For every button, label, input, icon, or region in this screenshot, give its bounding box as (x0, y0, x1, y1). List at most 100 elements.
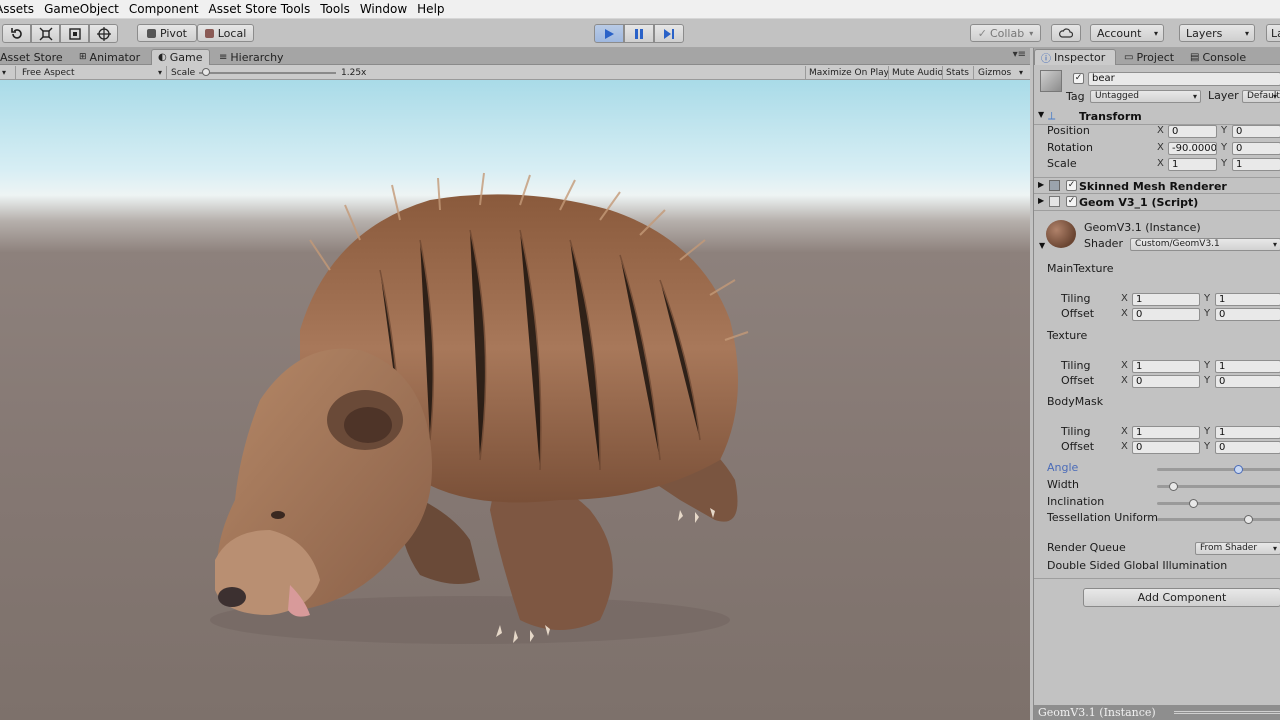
layers-dropdown[interactable]: Layers ▾ (1179, 24, 1255, 42)
tab-inspector[interactable]: ⓘ Inspector (1034, 49, 1116, 65)
scale-control: Scale 1.25x (166, 66, 366, 79)
panel-menu-icon[interactable]: ▾≡ (1013, 49, 1026, 60)
maximize-on-play-toggle[interactable]: Maximize On Play (805, 66, 889, 79)
menu-assets[interactable]: Assets (0, 2, 39, 16)
rotation-y-field[interactable]: 0 (1232, 142, 1280, 155)
tab-project[interactable]: ▭ Project (1118, 49, 1180, 65)
render-queue-dropdown[interactable]: From Shader (1195, 542, 1280, 555)
offset-x-field[interactable]: 0 (1132, 375, 1200, 388)
display-selector[interactable]: ▾ (2, 66, 14, 79)
scale-y-field[interactable]: 1 (1232, 158, 1280, 171)
skinned-mesh-enabled-checkbox[interactable]: ✓ (1066, 180, 1077, 191)
scale-slider-knob[interactable] (201, 68, 210, 76)
scale-tool-button[interactable] (31, 24, 60, 43)
menu-tools[interactable]: Tools (315, 2, 355, 16)
axis-y-label: Y (1221, 158, 1228, 169)
game-panel-tabs: Asset Store ⊞ Animator ◐ Game ≡ Hierarch… (0, 48, 1030, 65)
axis-x-label: X (1157, 125, 1164, 136)
menu-help[interactable]: Help (412, 2, 449, 16)
axis-y-label: Y (1221, 142, 1228, 153)
offset-y-field[interactable]: 0 (1215, 375, 1280, 388)
active-checkbox[interactable]: ✓ (1073, 73, 1084, 84)
cloud-button[interactable] (1051, 24, 1081, 42)
menu-component[interactable]: Component (124, 2, 204, 16)
slider-knob[interactable] (1243, 515, 1253, 524)
transform-header[interactable]: ▼ ⟂ Transform (1034, 108, 1280, 125)
transform-tool-button[interactable] (89, 24, 118, 43)
account-dropdown[interactable]: Account ▾ (1090, 24, 1164, 42)
slider-knob[interactable] (1169, 482, 1179, 491)
menu-window[interactable]: Window (355, 2, 412, 16)
tiling-y-field[interactable]: 1 (1215, 293, 1280, 306)
add-component-button[interactable]: Add Component (1083, 588, 1280, 607)
rect-tool-button[interactable] (60, 24, 89, 43)
console-icon: ▤ (1190, 51, 1200, 63)
material-preview-icon[interactable] (1046, 220, 1076, 248)
tab-asset-store[interactable]: Asset Store (0, 49, 69, 65)
offset-y-field[interactable]: 0 (1215, 308, 1280, 321)
tab-console[interactable]: ▤ Console (1184, 49, 1252, 65)
scale-x-field[interactable]: 1 (1168, 158, 1217, 171)
menu-gameobject[interactable]: GameObject (39, 2, 124, 16)
collab-button[interactable]: ✓ Collab ▾ (970, 24, 1041, 42)
stats-toggle[interactable]: Stats (942, 66, 972, 79)
slider-track[interactable] (1157, 518, 1280, 521)
object-name-field[interactable]: bear (1088, 72, 1280, 86)
scale-slider[interactable] (199, 72, 336, 74)
layout-dropdown[interactable]: La (1266, 24, 1280, 42)
tiling-x-field[interactable]: 1 (1132, 293, 1200, 306)
pivot-label: Pivot (159, 26, 187, 40)
drag-handle[interactable] (1174, 711, 1280, 714)
mute-audio-toggle[interactable]: Mute Audio (888, 66, 943, 79)
slider-knob[interactable] (1188, 499, 1198, 508)
tab-hierarchy[interactable]: ≡ Hierarchy (213, 49, 290, 65)
rotation-x-field[interactable]: -90.0000 (1168, 142, 1217, 155)
offset-x-field[interactable]: 0 (1132, 308, 1200, 321)
tab-game[interactable]: ◐ Game (151, 49, 210, 65)
slider-track[interactable] (1157, 502, 1280, 505)
transform-icon: ⟂ (1048, 109, 1056, 122)
gizmos-dropdown[interactable]: Gizmos ▾ (973, 66, 1029, 79)
inspector-tabs: ⓘ Inspector ▭ Project ▤ Console (1034, 48, 1280, 65)
tiling-y-field[interactable]: 1 (1215, 360, 1280, 373)
layer-dropdown[interactable]: Default (1242, 90, 1280, 103)
chevron-down-icon: ▾ (1018, 68, 1023, 77)
geom-script-header[interactable]: ▶ ✓ Geom V3_1 (Script) (1034, 194, 1280, 211)
expand-arrow-icon: ▼ (1038, 110, 1045, 119)
step-button[interactable] (654, 24, 684, 43)
tiling-x-field[interactable]: 1 (1132, 360, 1200, 373)
tiling-label: Tiling (1061, 292, 1091, 305)
transform-icon (96, 26, 111, 41)
aspect-dropdown[interactable]: Free Aspect ▾ (15, 66, 165, 79)
scale-label: Scale (1047, 157, 1077, 170)
texture-name-label: BodyMask (1047, 395, 1104, 408)
local-icon (204, 28, 214, 38)
offset-x-field[interactable]: 0 (1132, 441, 1200, 454)
pivot-button[interactable]: Pivot (137, 24, 197, 42)
position-x-field[interactable]: 0 (1168, 125, 1217, 138)
tab-animator[interactable]: ⊞ Animator (73, 49, 146, 65)
shader-dropdown[interactable]: Custom/GeomV3.1 (1130, 238, 1280, 251)
rotate-tool-button[interactable] (2, 24, 31, 43)
game-viewport[interactable] (0, 80, 1030, 720)
offset-label: Offset (1061, 374, 1095, 387)
tiling-y-field[interactable]: 1 (1215, 426, 1280, 439)
slider-label: Width (1047, 478, 1079, 491)
menu-asset-store-tools[interactable]: Asset Store Tools (204, 2, 316, 16)
rect-icon (68, 27, 81, 40)
double-sided-gi-label: Double Sided Global Illumination (1047, 559, 1228, 572)
tag-dropdown[interactable]: Untagged (1090, 90, 1201, 103)
slider-knob[interactable] (1233, 465, 1243, 474)
tiling-x-field[interactable]: 1 (1132, 426, 1200, 439)
animator-icon: ⊞ (79, 52, 87, 62)
local-button[interactable]: Local (197, 24, 254, 42)
render-queue-label: Render Queue (1047, 541, 1126, 554)
slider-track[interactable] (1157, 468, 1280, 471)
pause-icon (635, 28, 643, 39)
geom-script-enabled-checkbox[interactable]: ✓ (1066, 196, 1077, 207)
position-y-field[interactable]: 0 (1232, 125, 1280, 138)
pause-button[interactable] (624, 24, 654, 43)
play-button[interactable] (594, 24, 624, 43)
skinned-mesh-renderer-header[interactable]: ▶ ✓ Skinned Mesh Renderer (1034, 177, 1280, 194)
offset-y-field[interactable]: 0 (1215, 441, 1280, 454)
